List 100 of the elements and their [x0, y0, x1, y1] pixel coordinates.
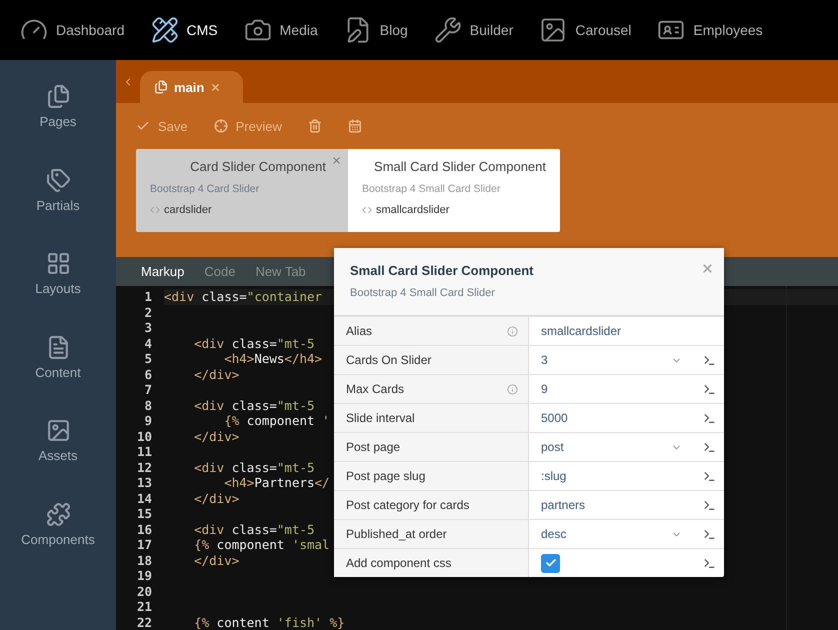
tags-icon — [46, 168, 70, 192]
code-line: {% component ' — [223, 413, 330, 428]
sidebar-item[interactable]: Components — [0, 502, 116, 585]
grid-icon — [46, 251, 70, 276]
component-title: Small Card Slider Component — [374, 159, 546, 174]
checkbox[interactable] — [541, 554, 560, 572]
property-label: Published_at order — [346, 527, 447, 541]
calendar-button[interactable] — [348, 119, 362, 134]
sidebar-item[interactable]: Layouts — [0, 251, 116, 334]
code-line: </div> — [193, 366, 240, 382]
line-number: 20 — [136, 584, 152, 599]
image-icon — [539, 16, 568, 44]
code-line: </div> — [193, 490, 240, 506]
component-alias: cardslider — [164, 204, 212, 216]
line-number: 14 — [136, 490, 152, 506]
terminal-icon — [702, 382, 716, 396]
nav-item[interactable]: Dashboard — [20, 16, 124, 44]
component-alias: smallcardslider — [376, 204, 450, 216]
component-card[interactable]: Small Card Slider Component Bootstrap 4 Small Card Slider smallcardslider — [348, 149, 560, 232]
code-line: <div class="mt-5 — [193, 460, 315, 474]
line-number: 17 — [136, 537, 152, 552]
input-field[interactable]: partners — [529, 491, 694, 519]
check-icon — [544, 557, 556, 569]
sidebar-item[interactable]: Assets — [0, 418, 116, 502]
calendar-icon — [348, 119, 362, 134]
code-line: <h4>News</h4> — [223, 351, 322, 366]
close-button[interactable] — [701, 262, 714, 275]
property-label: Max Cards — [346, 382, 404, 396]
line-number: 22 — [136, 614, 152, 630]
nav-item[interactable]: Blog — [344, 16, 408, 44]
line-number: 6 — [144, 366, 152, 382]
line-number: 11 — [136, 444, 152, 460]
input-field[interactable]: :slug — [529, 462, 694, 490]
line-number: 3 — [144, 320, 152, 336]
input-field[interactable]: 5000 — [529, 404, 694, 432]
property-label: Post category for cards — [346, 498, 470, 512]
code-line: </div> — [193, 428, 240, 444]
property-label: Post page — [346, 440, 400, 454]
input-field[interactable]: 9 — [529, 375, 694, 403]
dropdown-field[interactable]: desc — [529, 520, 694, 548]
property-label: Slide interval — [346, 411, 415, 425]
info-icon[interactable] — [507, 326, 518, 336]
crosshair-icon — [214, 119, 228, 134]
code-line: </div> — [193, 552, 240, 568]
document-tab[interactable]: main — [140, 71, 244, 104]
pages-icon — [46, 84, 70, 109]
code-icon — [362, 205, 372, 216]
line-number: 12 — [136, 460, 152, 475]
wrench-icon — [434, 16, 462, 44]
line-number: 19 — [136, 568, 152, 584]
code-line: <h4>Partners</ — [223, 475, 330, 490]
nav-item[interactable]: Carousel — [539, 16, 632, 44]
terminal-icon — [702, 412, 716, 424]
component-description: Bootstrap 4 Card Slider — [150, 183, 260, 196]
info-icon[interactable] — [507, 384, 518, 394]
close-button[interactable] — [331, 155, 342, 166]
property-label: Post page slug — [346, 469, 426, 483]
inspector-description: Bootstrap 4 Small Card Slider — [350, 287, 496, 299]
image-icon — [46, 418, 70, 443]
pencil-ruler-icon — [150, 16, 178, 44]
line-number: 2 — [144, 304, 152, 320]
line-number: 13 — [136, 475, 152, 490]
code-line: <div class="mt-5 — [193, 522, 315, 536]
nav-item[interactable]: CMS — [150, 16, 218, 44]
line-number: 10 — [136, 428, 152, 444]
terminal-icon — [702, 354, 716, 366]
sidebar-item[interactable]: Pages — [0, 84, 116, 168]
close-icon[interactable] — [210, 82, 222, 93]
line-number: 8 — [144, 398, 152, 413]
code-line: <div class="mt-5 — [193, 336, 315, 350]
component-card[interactable]: Card Slider Component Bootstrap 4 Card Slider cardslider — [136, 149, 348, 232]
line-number: 18 — [136, 552, 152, 568]
line-number: 16 — [136, 522, 152, 537]
input-field[interactable]: smallcardslider — [529, 317, 694, 345]
nav-item[interactable]: Employees — [657, 16, 763, 44]
puzzle-icon — [46, 502, 70, 526]
component-description: Bootstrap 4 Small Card Slider — [362, 183, 502, 196]
editor-tab[interactable]: Markup — [141, 264, 184, 280]
pages-icon — [154, 80, 168, 94]
code-line: <div class="container — [164, 289, 322, 304]
line-number: 21 — [136, 599, 152, 614]
nav-item[interactable]: Builder — [434, 16, 514, 44]
property-label: Cards On Slider — [346, 353, 432, 367]
line-number: 7 — [144, 382, 152, 398]
terminal-icon — [702, 498, 716, 512]
nav-item[interactable]: Media — [244, 16, 318, 44]
dropdown-field[interactable]: post — [529, 433, 694, 461]
line-number: 9 — [144, 413, 152, 428]
property-label: Add component css — [346, 556, 452, 570]
trash-button[interactable] — [308, 119, 322, 134]
terminal-icon — [702, 556, 716, 570]
trash-icon — [308, 119, 322, 134]
code-line: {% content 'fish' %} — [193, 614, 345, 630]
code-icon — [150, 205, 160, 216]
dropdown-field[interactable]: 3 — [529, 346, 694, 374]
sidebar-item[interactable]: Content — [0, 334, 116, 418]
sidebar-item[interactable]: Partials — [0, 168, 116, 251]
line-number: 1 — [144, 289, 152, 304]
terminal-icon — [702, 528, 716, 540]
line-number: 15 — [136, 506, 152, 522]
